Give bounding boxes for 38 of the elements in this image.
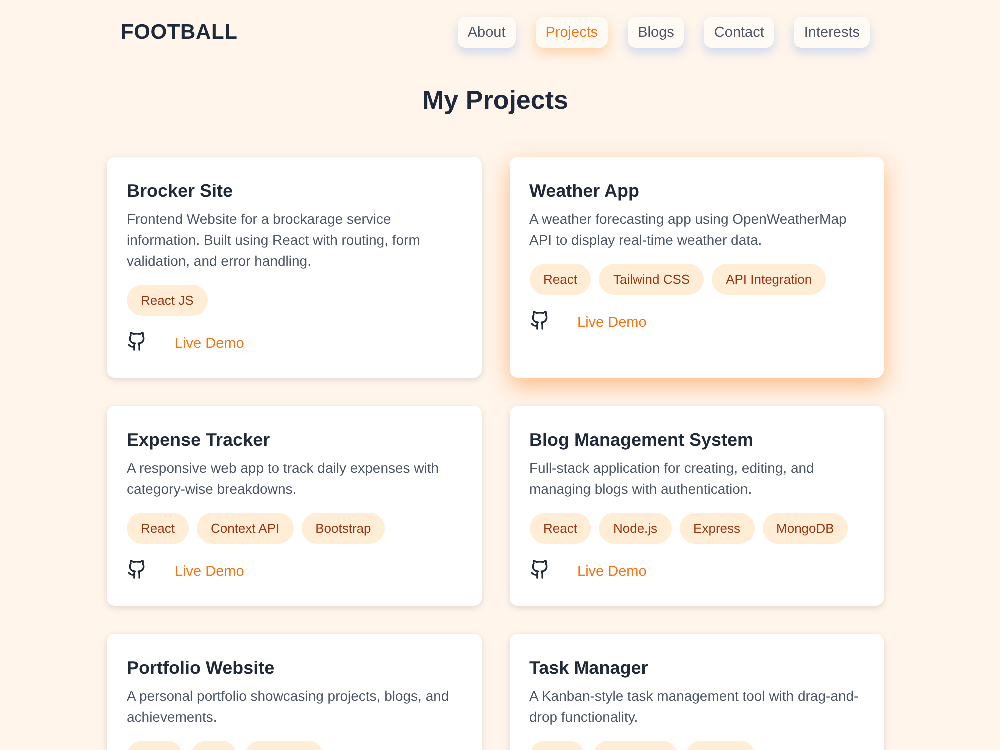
tech-tag: Express [680,513,755,544]
project-title: Blog Management System [530,429,755,452]
github-icon[interactable] [128,332,146,351]
site-logo: FOOTBALL [121,20,238,44]
project-description: A responsive web app to track daily expenses with category-wise breakdowns. [127,459,440,499]
page-title: My Projects [422,84,570,116]
live-demo-link[interactable]: Live Demo [578,313,647,333]
project-description: A Kanban-style task management tool with drag-and-drop functionality. [530,687,860,727]
tech-tag: React [530,513,592,544]
project-description: Frontend Website for a brockarage service information. Built using React with routing, form validation, and error handling. [127,210,422,271]
live-demo-link[interactable]: Live Demo [175,334,244,354]
github-icon[interactable] [530,311,548,330]
tech-tag: React [530,264,592,295]
project-title: Weather App [530,180,641,203]
live-demo-link[interactable]: Live Demo [175,562,244,582]
tech-tag: Tailwind CSS [599,264,704,295]
tech-tag: Node.js [599,513,672,544]
nav-button[interactable]: About [458,17,516,48]
github-icon[interactable] [530,560,548,579]
github-icon[interactable] [128,560,146,579]
tech-tag: API Integration [712,264,826,295]
nav-button[interactable]: Interests [794,17,870,48]
live-demo-link[interactable]: Live Demo [578,562,647,582]
project-title: Brocker Site [127,180,234,203]
nav-button[interactable]: Contact [704,17,774,48]
project-description: Full-stack application for creating, editing, and managing blogs with authentication. [530,459,816,499]
project-title: Task Manager [530,657,650,680]
project-title: Expense Tracker [127,429,272,452]
project-description: A personal portfolio showcasing projects, blogs, and achievements. [127,687,450,727]
tech-tag: MongoDB [762,513,848,544]
tech-tag: React JS [127,285,208,316]
tech-tag: React [127,513,189,544]
nav-button[interactable]: Projects [536,17,608,48]
project-description: A weather forecasting app using OpenWeatherMap API to display real-time weather data. [530,210,848,250]
tech-tag: Context API [196,513,294,544]
tech-tag: Bootstrap [302,513,386,544]
nav-button[interactable]: Blogs [628,17,684,48]
project-title: Portfolio Website [127,657,276,680]
